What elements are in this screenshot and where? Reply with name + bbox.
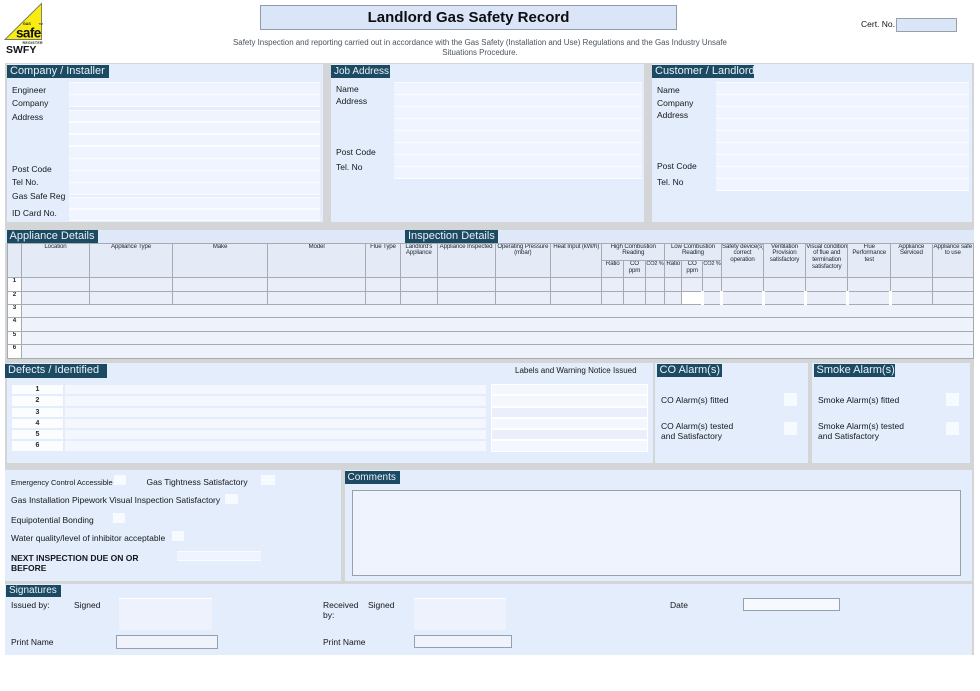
svg-text:TM: TM <box>39 22 44 26</box>
svg-text:safe: safe <box>16 26 42 41</box>
